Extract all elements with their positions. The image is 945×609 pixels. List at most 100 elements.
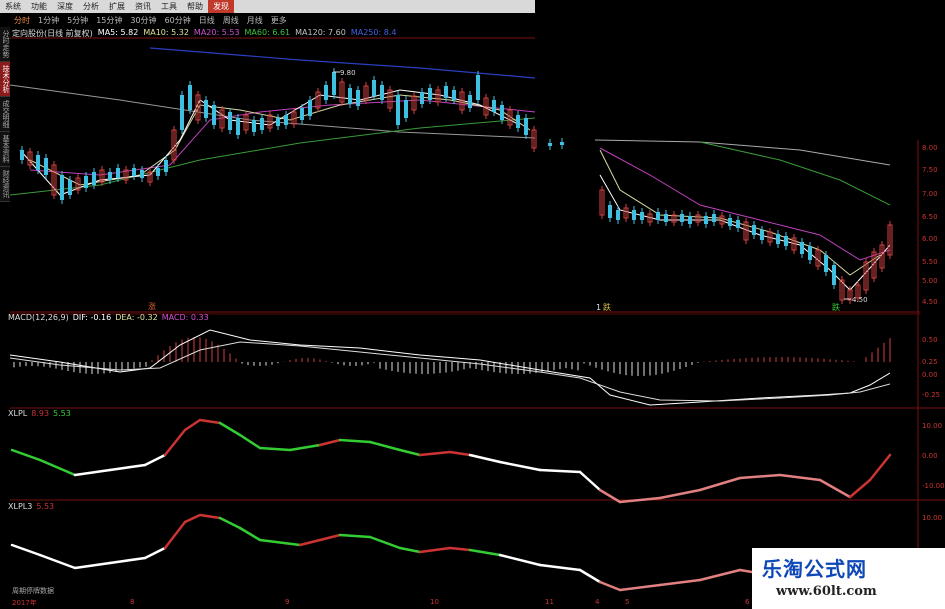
menu-tools[interactable]: 工具 [156,0,182,13]
ma10-line [29,94,531,186]
curve-segment [538,563,582,572]
curve-segment [468,548,502,557]
time-label: 11 [545,598,554,606]
stock-chart[interactable]: 8.00 7.50 7.00 6.50 6.00 5.50 5.00 4.50 … [0,0,945,609]
curve-segment [618,583,662,592]
candle-body [132,168,136,176]
xlpl-axis-label: 0.00 [922,452,938,460]
curve-segment [318,438,342,447]
macd-histogram [13,337,891,376]
candle-body [332,72,336,95]
curve-segment [183,513,202,524]
candle-body [260,118,264,130]
period-daily[interactable]: 日线 [195,15,219,26]
candle-body [680,214,684,222]
curve-segment [73,561,112,570]
macd-axis-label: -0.25 [922,391,940,399]
candle-body [116,168,120,178]
ma20-line [29,99,536,176]
curve-segment [338,533,372,539]
menu-depth[interactable]: 深度 [52,0,78,13]
curve-segment [738,568,754,574]
macd-dea-value: DEA: -0.32 [115,313,158,322]
xlpl-value-1: 8.93 [31,409,50,418]
candle-body [712,214,716,222]
candle-body [68,180,72,195]
candle-body [356,90,360,106]
period-monthly[interactable]: 月线 [243,15,267,26]
ma-legend: 定向股份(日线 前复权) MA5: 5.82 MA10: 5.32 MA20: … [12,28,396,39]
candle-body [656,212,660,220]
candle-body [84,176,88,188]
curve-segment [238,433,262,450]
candle-body [704,216,708,224]
menu-discover[interactable]: 发现 [208,0,234,13]
candle-body [372,80,376,96]
side-tab-details[interactable]: 成交明细 [0,97,10,132]
menu-extend[interactable]: 扩展 [104,0,130,13]
period-15min[interactable]: 15分钟 [92,15,126,26]
period-timeshare[interactable]: 分时 [10,15,34,26]
curve-segment [10,448,42,462]
candle-body [548,143,552,146]
candle-body [752,225,756,235]
side-tab-news[interactable]: 财经资讯 [0,167,10,202]
price-axis-label: 6.50 [922,213,938,221]
menu-function[interactable]: 功能 [26,0,52,13]
curve-segment [198,513,222,520]
side-tab-timeshare[interactable]: 分时走势 [0,27,10,62]
macd-dif-line [9,329,891,406]
candle-body [516,115,520,128]
price-axis-label: 8.00 [922,144,938,152]
curve-segment [598,580,622,592]
period-1min[interactable]: 1分钟 [34,15,63,26]
price-axis: 8.00 7.50 7.00 6.50 6.00 5.50 5.00 4.50 [922,144,938,306]
candle-body [348,88,352,104]
xlpl-axis: 10.00 0.00 -10.00 [922,422,945,490]
period-bar: 分时 1分钟 5分钟 15分钟 30分钟 60分钟 日线 周线 月线 更多 [0,13,535,27]
curve-segment [288,443,322,452]
period-60min[interactable]: 60分钟 [161,15,195,26]
curve-segment [418,450,452,457]
xlpl3-legend: XLPL3 5.53 [8,502,54,511]
xlpl-title: XLPL [8,409,28,418]
menu-analysis[interactable]: 分析 [78,0,104,13]
side-tabs: 分时走势 技术分析 成交明细 基本资料 财经资讯 [0,27,10,237]
xlpl3-title: XLPL3 [8,502,33,511]
xlpl-axis-label: 10.00 [922,422,942,430]
candle-body [164,160,168,172]
candle-body [300,108,304,120]
menu-help[interactable]: 帮助 [182,0,208,13]
price-axis-label: 4.50 [922,298,938,306]
curve-segment [218,516,242,530]
period-5min[interactable]: 5分钟 [63,15,92,26]
time-label: 9 [285,598,290,606]
candle-body [444,86,448,98]
period-30min[interactable]: 30分钟 [126,15,160,26]
candle-body [380,85,384,100]
candle-body [800,242,804,254]
curve-segment [163,520,187,550]
ma10-legend: MA10: 5.32 [143,28,189,37]
side-tab-technical[interactable]: 技术分析 [0,62,10,97]
marker-c: 跌 [603,302,611,312]
menu-bar: 系统 功能 深度 分析 扩展 资讯 工具 帮助 发现 [0,0,535,13]
time-label: 2017年 [12,599,37,607]
marker-a: 涨 [148,301,156,311]
xlpl-axis-label: -10.00 [922,482,945,490]
curve-segment [868,453,892,482]
marker-d: 跌 [832,302,840,312]
menu-news[interactable]: 资讯 [130,0,156,13]
curve-segment [448,546,472,552]
time-label: 5 [625,598,630,606]
candle-body [428,88,432,100]
period-weekly[interactable]: 周线 [219,15,243,26]
side-tab-fundamentals[interactable]: 基本资料 [0,132,10,167]
high-price-label: 9.80 [340,69,356,77]
candle-body [276,118,280,126]
period-more[interactable]: 更多 [267,15,291,26]
candle-body [188,85,192,110]
time-label: 6 [745,598,750,606]
menu-system[interactable]: 系统 [0,0,26,13]
curve-segment [848,478,872,499]
